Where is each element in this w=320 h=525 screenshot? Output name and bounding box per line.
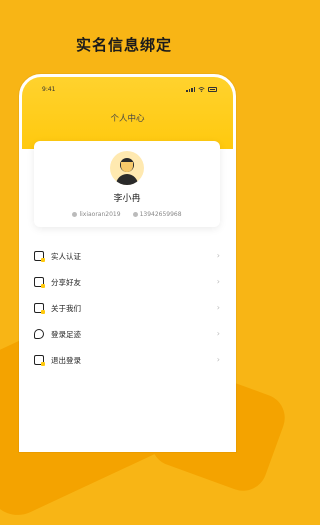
info-icon	[34, 303, 45, 314]
menu-item-label: 登录足迹	[51, 329, 81, 339]
avatar[interactable]	[110, 151, 144, 185]
profile-username: lixiaoran2019	[79, 211, 121, 218]
menu-item-label: 关于我们	[51, 303, 81, 313]
menu-item-label: 实人认证	[51, 251, 81, 261]
menu-list: 实人认证 › 分享好友 › 关于我们 › 登录足迹 › 退出登录 ›	[34, 243, 220, 373]
menu-item-about[interactable]: 关于我们 ›	[34, 295, 220, 321]
chevron-right-icon: ›	[216, 277, 220, 286]
promo-title: 实名信息绑定	[75, 36, 172, 54]
profile-phone: 13942659968	[139, 211, 182, 218]
page-title: 个人中心	[110, 114, 145, 124]
menu-item-verify[interactable]: 实人认证 ›	[34, 243, 220, 269]
menu-item-label: 退出登录	[51, 355, 81, 365]
menu-item-logout[interactable]: 退出登录 ›	[34, 347, 220, 373]
menu-item-footprint[interactable]: 登录足迹 ›	[34, 321, 220, 347]
profile-name: 李小冉	[113, 194, 141, 204]
wifi-icon	[198, 87, 205, 92]
phone-icon	[132, 212, 138, 217]
chevron-right-icon: ›	[216, 355, 220, 364]
chevron-right-icon: ›	[216, 303, 220, 312]
logout-icon	[34, 355, 45, 366]
footprint-icon	[34, 329, 44, 339]
phone-screen: 9:41 个人中心 李小冉 lixiaoran2019 13942659968 …	[19, 74, 236, 452]
menu-item-label: 分享好友	[51, 277, 81, 287]
share-icon	[34, 277, 45, 288]
user-icon	[72, 212, 78, 217]
chevron-right-icon: ›	[216, 329, 220, 338]
signal-icon	[186, 87, 195, 92]
profile-meta: lixiaoran2019 13942659968	[34, 211, 220, 218]
battery-icon	[208, 87, 217, 92]
shield-icon	[34, 251, 45, 262]
chevron-right-icon: ›	[216, 251, 220, 260]
profile-card: 李小冉 lixiaoran2019 13942659968	[34, 141, 220, 227]
status-bar: 9:41	[42, 86, 217, 96]
menu-item-share[interactable]: 分享好友 ›	[34, 269, 220, 295]
status-time: 9:41	[42, 86, 56, 93]
